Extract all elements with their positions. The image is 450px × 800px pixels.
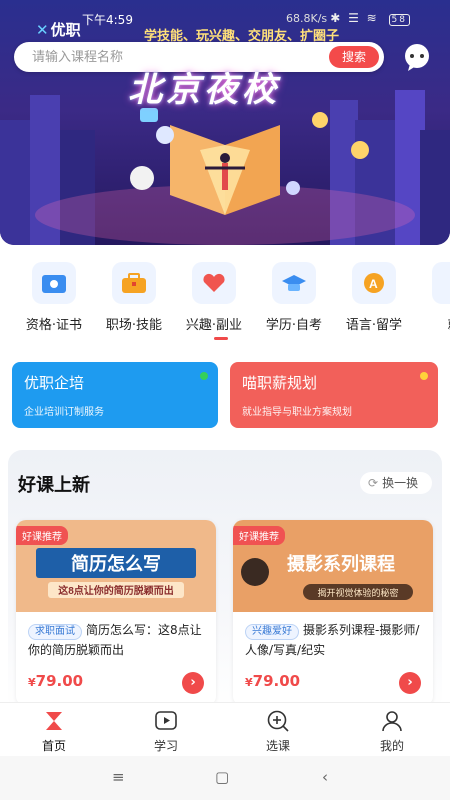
promo-career-planning[interactable]: 喵职薪规划 就业指导与职业方案规划 xyxy=(230,362,438,428)
bottom-nav: 首页 学习 选课 我的 xyxy=(0,702,450,754)
chevron-right-icon: › xyxy=(407,675,413,690)
category-more[interactable]: 就 xyxy=(414,262,450,333)
category-label: 职场·技能 xyxy=(105,318,163,333)
promo-dot xyxy=(420,372,428,380)
nav-label: 我的 xyxy=(379,739,404,753)
currency-symbol: ¥ xyxy=(245,676,253,689)
refresh-icon: ⟳ xyxy=(368,476,379,490)
app-logo-text: 优职 xyxy=(50,21,81,39)
nav-study[interactable]: 学习 xyxy=(126,709,206,754)
message-button[interactable] xyxy=(402,42,432,72)
category-degree-selfstudy[interactable]: 学历·自考 xyxy=(254,262,334,333)
heart-icon xyxy=(192,262,236,304)
play-icon xyxy=(126,709,206,733)
nav-home[interactable]: 首页 xyxy=(14,709,94,754)
system-home-button[interactable]: ▢ xyxy=(215,768,229,786)
nav-label: 首页 xyxy=(41,739,66,753)
price-value: 79.00 xyxy=(252,672,301,690)
thumbnail-subtitle: 这8点让你的简历脱颖而出 xyxy=(58,584,174,597)
certificate-icon xyxy=(32,262,76,304)
category-row: 资格·证书 职场·技能 兴趣·副业 学历·自考 A 语言·留学 就 xyxy=(0,262,450,342)
category-language-abroad[interactable]: A 语言·留学 xyxy=(334,262,414,333)
course-price: ¥79.00 xyxy=(28,672,83,690)
battery-icon: 58 xyxy=(388,14,410,26)
chevron-right-icon: › xyxy=(190,675,196,690)
system-back-button[interactable]: ‹ xyxy=(322,768,328,786)
category-label: 资格·证书 xyxy=(25,318,83,333)
course-go-button[interactable]: › xyxy=(182,672,204,694)
course-tag: 兴趣爱好 xyxy=(245,624,299,640)
add-search-icon xyxy=(238,709,318,733)
system-nav-bar: ≡ ▢ ‹ xyxy=(0,756,450,800)
category-label: 就 xyxy=(414,314,450,333)
category-label: 兴趣·副业 xyxy=(185,318,243,333)
nav-label: 学习 xyxy=(153,739,178,753)
course-badge: 好课推荐 xyxy=(16,526,68,545)
thumbnail-subtitle: 揭开视觉体验的秘密 xyxy=(317,587,398,598)
language-icon: A xyxy=(352,262,396,304)
course-title-block: 求职面试 简历怎么写：这8点让你的简历脱颖而出 xyxy=(28,620,208,660)
search-button[interactable]: 搜索 xyxy=(329,46,379,68)
status-icons: ✱ ☰ ≋ 58 xyxy=(330,11,410,26)
home-icon xyxy=(14,709,94,733)
promo-subtitle: 就业指导与职业方案规划 xyxy=(242,407,352,418)
logo-mark-icon: ✕ xyxy=(36,21,49,39)
course-badge: 好课推荐 xyxy=(233,526,285,545)
category-workplace-skills[interactable]: 职场·技能 xyxy=(94,262,174,333)
nav-label: 选课 xyxy=(265,739,290,753)
app-logo: ✕ 优职 xyxy=(36,19,81,40)
category-certificate[interactable]: 资格·证书 xyxy=(14,262,94,333)
system-menu-button[interactable]: ≡ xyxy=(112,768,125,786)
refresh-label: 换一换 xyxy=(382,476,419,490)
svg-text:A: A xyxy=(369,277,378,291)
thumbnail-title: 摄影系列课程 xyxy=(287,553,395,574)
graduation-cap-icon xyxy=(272,262,316,304)
promo-dot xyxy=(200,372,208,380)
course-card[interactable]: 简历怎么写 这8点让你的简历脱颖而出 好课推荐 求职面试 简历怎么写：这8点让你的… xyxy=(16,520,216,706)
course-card[interactable]: 摄影系列课程 揭开视觉体验的秘密 好课推荐 兴趣爱好 摄影系列课程-摄影师/人像/… xyxy=(233,520,433,706)
section-title: 好课上新 xyxy=(18,475,90,496)
thumbnail-title: 简历怎么写 xyxy=(71,553,161,574)
status-network-speed: 68.8K/s xyxy=(286,12,328,25)
status-time: 下午4:59 xyxy=(82,13,133,27)
category-scroll-indicator xyxy=(214,337,228,340)
nav-profile[interactable]: 我的 xyxy=(352,709,432,754)
briefcase-icon xyxy=(112,262,156,304)
banner-title: 北京夜校 xyxy=(128,70,280,110)
promo-subtitle: 企业培训订制服务 xyxy=(24,407,104,418)
course-price: ¥79.00 xyxy=(245,672,300,690)
price-value: 79.00 xyxy=(35,672,84,690)
category-label: 语言·留学 xyxy=(345,318,403,333)
status-signal-icon: ✱ ☰ ≋ xyxy=(330,11,379,25)
category-interest-sidejob[interactable]: 兴趣·副业 xyxy=(174,262,254,333)
promo-title: 优职企培 xyxy=(24,374,85,392)
course-title-block: 兴趣爱好 摄影系列课程-摄影师/人像/写真/纪实 xyxy=(245,620,425,660)
course-go-button[interactable]: › xyxy=(399,672,421,694)
nav-courses[interactable]: 选课 xyxy=(238,709,318,754)
chat-bubble-icon xyxy=(405,44,429,71)
more-icon xyxy=(432,262,450,304)
refresh-button[interactable]: ⟳ 换一换 xyxy=(360,472,432,494)
currency-symbol: ¥ xyxy=(28,676,36,689)
profile-icon xyxy=(352,709,432,733)
course-tag: 求职面试 xyxy=(28,624,82,640)
promo-enterprise-training[interactable]: 优职企培 企业培训订制服务 xyxy=(12,362,218,428)
hero-banner[interactable]: 下午4:59 68.8K/s ✱ ☰ ≋ 58 ✕ 优职 学技能、玩兴趣、交朋友、… xyxy=(0,0,450,245)
category-label: 学历·自考 xyxy=(265,318,323,333)
promo-title: 喵职薪规划 xyxy=(242,374,318,392)
